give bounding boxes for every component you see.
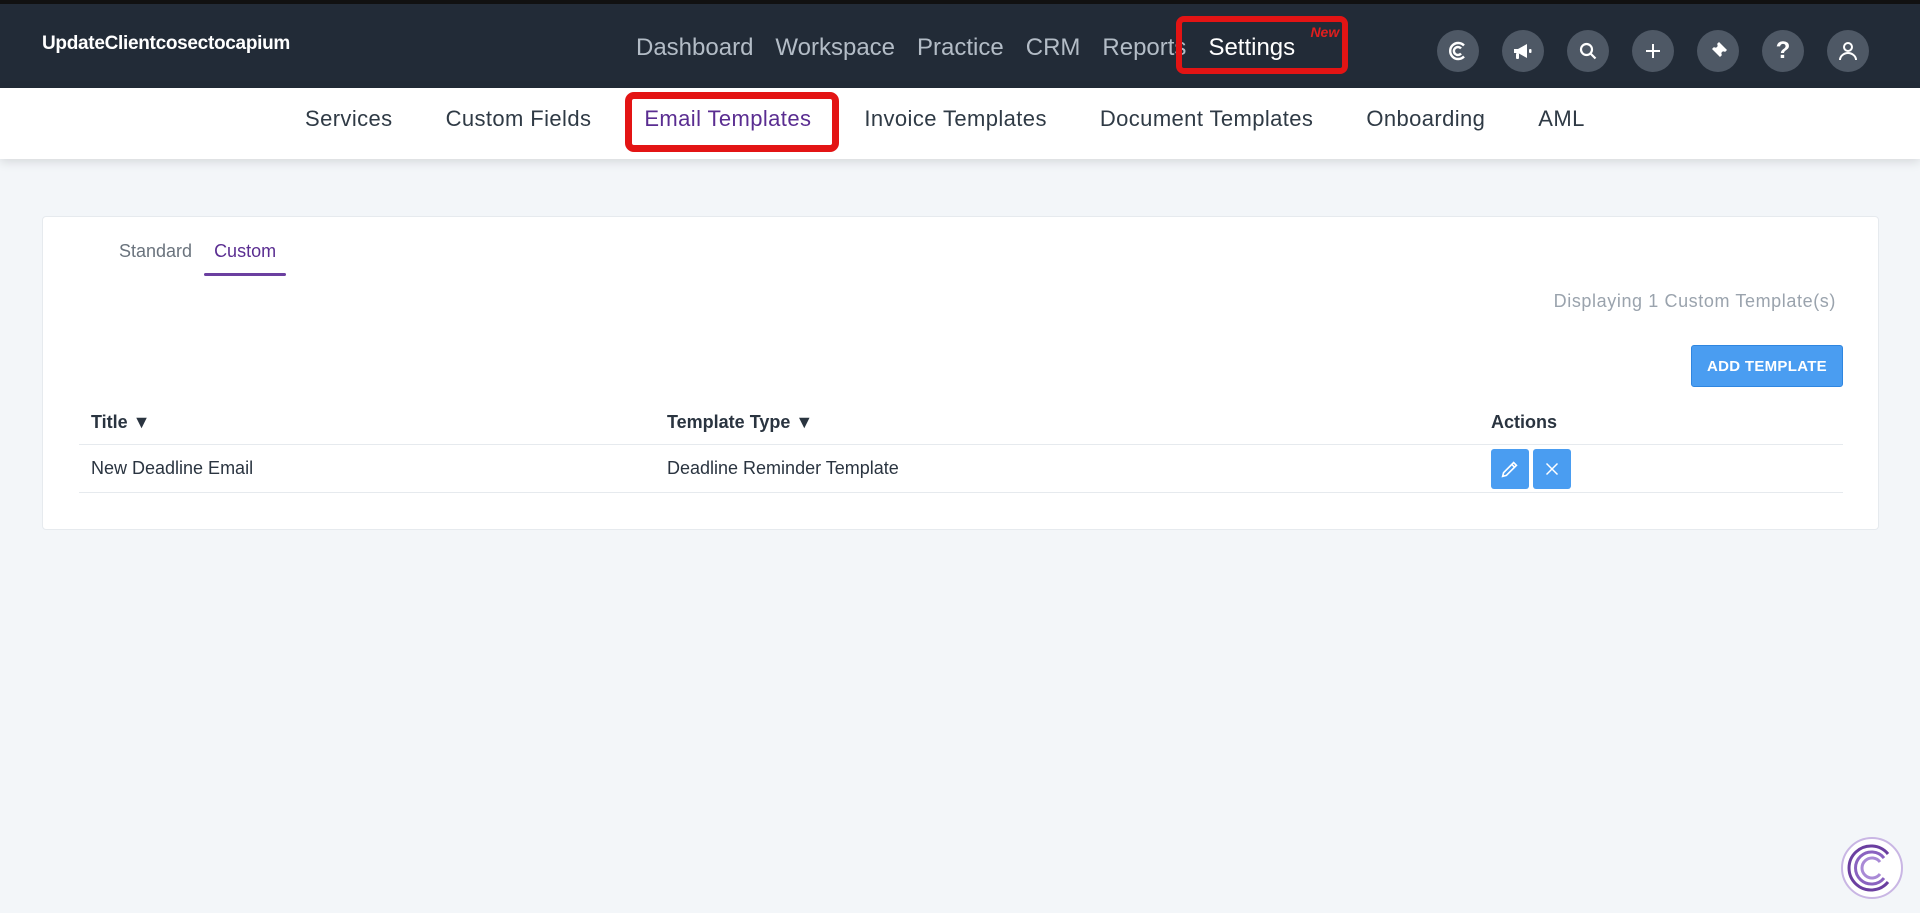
nav-dashboard[interactable]: Dashboard [636,34,753,62]
search-icon[interactable] [1567,30,1609,72]
nav-practice[interactable]: Practice [917,34,1004,62]
header-actions: Actions [1491,412,1558,432]
header-title[interactable]: Title ▼ [79,412,667,433]
chat-widget-icon[interactable] [1840,836,1904,900]
top-bar: UpdateClientcosectocapium Dashboard Work… [0,0,1920,88]
edit-button[interactable] [1491,448,1529,489]
subnav-aml[interactable]: AML [1538,106,1584,132]
megaphone-icon[interactable] [1502,30,1544,72]
pencil-icon [1501,460,1518,477]
template-tabs: Standard Custom [109,241,288,276]
help-glyph: ? [1775,37,1791,64]
user-icon[interactable] [1827,30,1869,72]
email-templates-highlight-box [625,92,839,152]
subnav-invoice-templates[interactable]: Invoice Templates [864,106,1047,132]
help-icon[interactable]: ? [1762,30,1804,72]
capium-logo-icon[interactable] [1437,30,1479,72]
close-icon [1545,462,1559,475]
row-title: New Deadline Email [91,458,254,478]
tab-custom[interactable]: Custom [204,241,287,276]
subnav-custom-fields[interactable]: Custom Fields [446,106,592,132]
nav-crm[interactable]: CRM [1026,34,1081,62]
settings-highlight-box [1176,16,1348,74]
row-template-type: Deadline Reminder Template [667,458,899,478]
table-header-row: Title ▼ Template Type ▼ Actions [79,401,1843,445]
header-icon-bar: ? [1437,30,1869,72]
tab-standard[interactable]: Standard [109,241,202,276]
ticket-icon[interactable] [1697,30,1739,72]
header-template-type[interactable]: Template Type ▼ [667,412,1491,433]
row-actions [1491,448,1843,489]
subnav-services[interactable]: Services [305,106,393,132]
table-row: New Deadline Email Deadline Reminder Tem… [79,445,1843,493]
nav-workspace[interactable]: Workspace [775,34,895,62]
plus-icon[interactable] [1632,30,1674,72]
displaying-count: Displaying 1 Custom Template(s) [1553,291,1836,311]
subnav-items: Services Custom Fields Email Templates I… [305,106,1638,152]
settings-subnav: Services Custom Fields Email Templates I… [0,88,1920,159]
add-template-button[interactable]: ADD TEMPLATE [1691,345,1843,387]
subnav-onboarding[interactable]: Onboarding [1366,106,1485,132]
delete-button[interactable] [1533,448,1571,489]
templates-table: Title ▼ Template Type ▼ Actions New Dead… [79,401,1843,493]
brand-name[interactable]: UpdateClientcosectocapium [42,33,290,55]
nav-reports[interactable]: Reports [1102,34,1186,62]
subnav-document-templates[interactable]: Document Templates [1100,106,1313,132]
templates-card: Standard Custom Displaying 1 Custom Temp… [42,216,1879,530]
